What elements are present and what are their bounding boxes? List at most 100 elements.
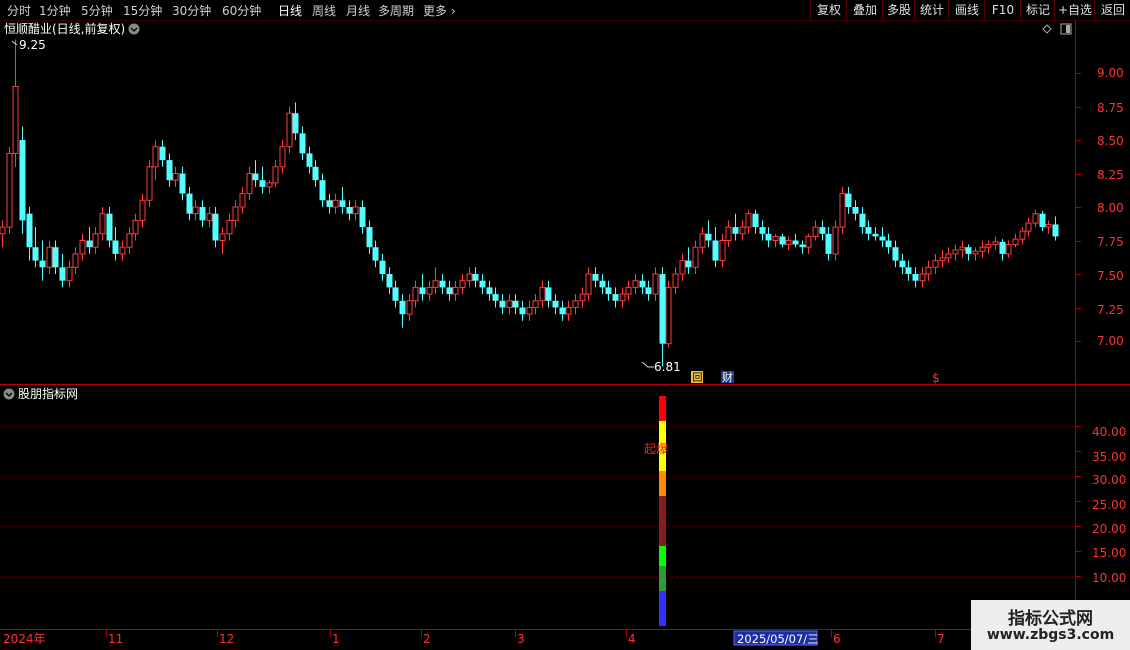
candle-body [992,241,999,246]
candle [1012,233,1019,248]
price-tick: 7.25 [1097,303,1124,317]
fuquan-button[interactable]: 复权 [810,0,847,20]
candle-body [739,226,746,235]
candle [246,166,253,201]
candle-body [812,226,819,237]
main-panel-menu-icon[interactable] [128,23,140,35]
multi-stock-button[interactable]: 多股 [882,0,915,20]
period-5min[interactable]: 5分钟 [81,2,113,19]
candle [585,267,592,301]
candle [959,240,966,258]
candle-body [965,247,972,254]
candle-body [259,180,266,187]
sub-panel-menu-icon[interactable] [3,388,15,400]
candle-body [799,244,806,248]
candle [932,253,939,274]
candle-body [346,207,353,214]
candle [839,186,846,234]
candle-body [0,226,6,235]
candle-body [452,286,459,295]
candle [199,200,206,228]
candle [172,166,179,187]
candle [426,280,433,301]
price-tick: 7.50 [1097,269,1124,283]
period-30min[interactable]: 30分钟 [172,2,211,19]
candle-body [685,260,692,268]
candle [99,207,106,241]
candle-body [379,260,386,274]
candle [512,294,519,315]
period-fenshi[interactable]: 分时 [7,2,31,19]
period-multi[interactable]: 多周期 [378,2,414,19]
candle-body [339,200,346,207]
candle-body [999,241,1006,254]
period-more[interactable]: 更多 › [423,2,456,19]
candle [166,153,173,187]
indicator-bar-segment [659,566,666,591]
candle-body [306,153,313,167]
review-marker[interactable]: 回 [691,371,703,384]
sub-panel-title: 股朋指标网 [18,386,78,401]
candle [372,240,379,268]
candle [32,227,39,268]
mark-button[interactable]: 标记 [1020,0,1055,20]
candle-body [912,274,919,281]
candle [379,253,386,281]
draw-line-button[interactable]: 画线 [948,0,985,20]
candle-body [152,146,159,168]
add-watchlist-button[interactable]: +自选 [1054,0,1095,20]
candle-body [239,193,246,208]
candle-body [532,300,539,308]
candle-body [412,286,419,302]
candle [965,244,972,261]
candle [1052,216,1059,241]
candle [1019,227,1026,245]
period-1min[interactable]: 1分钟 [39,2,71,19]
stock-chart[interactable]: 恒顺醋业(日线,前复权) 9.25 6.81 9.00 8.75 8.50 8.… [0,20,1130,650]
candle-body [1039,213,1046,228]
candle [745,209,752,234]
period-15min[interactable]: 15分钟 [123,2,162,19]
candle [845,186,852,214]
candle-body [979,246,986,252]
diamond-icon[interactable] [1042,24,1052,34]
candle [612,287,619,308]
candle [466,267,473,288]
period-weekly[interactable]: 周线 [312,2,336,19]
candle-body [332,199,339,208]
candle-body [679,260,686,275]
candle [912,267,919,288]
candle-body [159,146,166,161]
candlestick-series [0,39,1059,367]
candle-body [832,226,839,255]
candle-body [226,219,233,235]
candle-body [619,293,626,302]
overlay-button[interactable]: 叠加 [846,0,883,20]
value-tick: 35.00 [1092,450,1126,464]
panel-toggle-icon[interactable] [1060,23,1072,35]
finance-marker[interactable]: 财 [721,370,734,384]
period-daily[interactable]: 日线 [278,2,302,19]
stats-button[interactable]: 统计 [914,0,949,20]
period-monthly[interactable]: 月线 [346,2,370,19]
candle [859,207,866,234]
candle-body [1005,244,1012,255]
candle-body [705,233,712,241]
indicator-bar-segment [659,546,666,566]
candle-body [466,273,473,282]
price-tick: 8.50 [1097,134,1124,148]
back-button[interactable]: 返回 [1094,0,1130,20]
candle-body [925,266,932,275]
date-tick: 1 [332,632,340,646]
indicator-bar-segment [659,396,666,421]
watermark-url: www.zbgs3.com [986,627,1115,643]
candle-body [246,173,253,195]
candle-body [745,213,752,228]
f10-button[interactable]: F10 [984,0,1021,20]
candle [659,267,666,367]
dividend-marker[interactable]: $ [932,371,940,385]
period-60min[interactable]: 60分钟 [222,2,261,19]
candle-body [872,233,879,237]
candle-body [572,300,579,308]
candle-body [312,166,319,181]
